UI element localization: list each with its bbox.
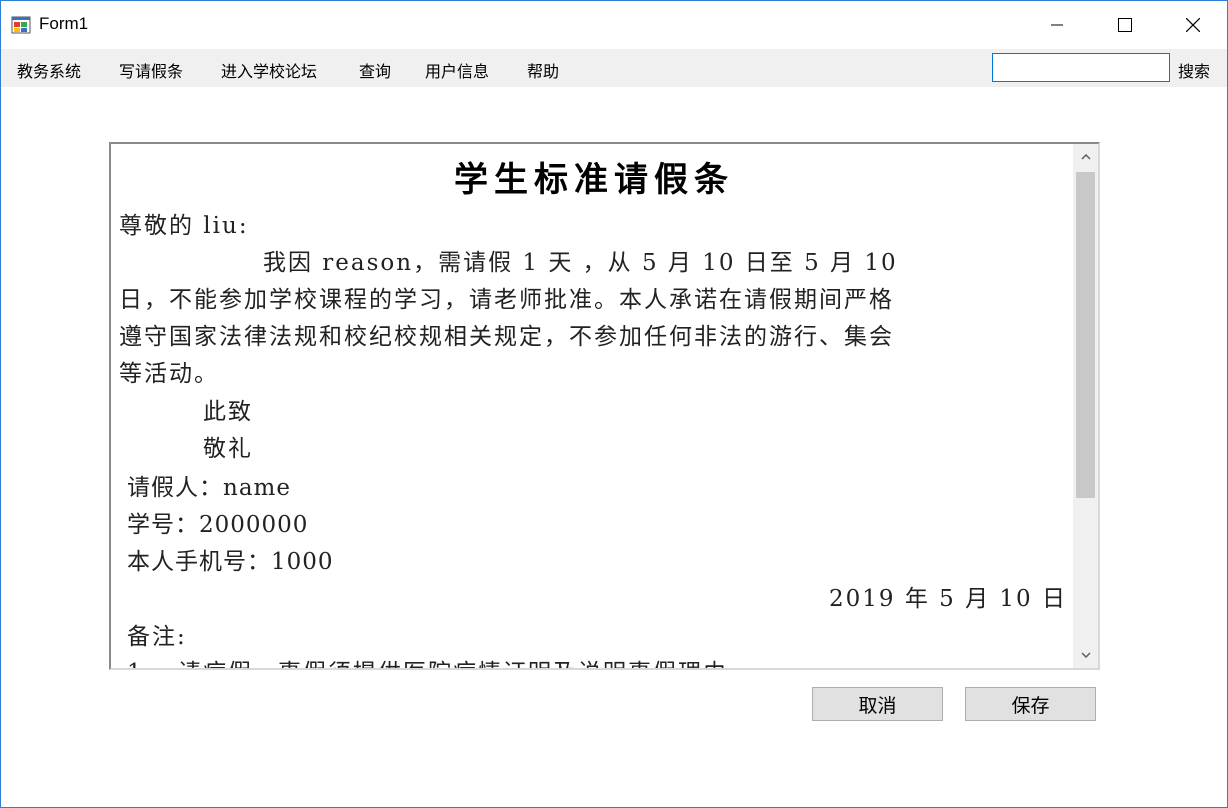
document-title: 学生标准请假条 bbox=[454, 160, 734, 200]
main-window: Form1 教务系统 写请假条 进入学校论坛 查询 用户信息 帮助 搜索 学生标… bbox=[0, 0, 1228, 808]
close-icon bbox=[1186, 18, 1200, 32]
minimize-button[interactable] bbox=[1023, 1, 1091, 49]
search-button[interactable]: 搜索 bbox=[1178, 58, 1210, 82]
greeting: 尊敬的 liu: bbox=[119, 213, 249, 239]
cancel-button[interactable]: 取消 bbox=[812, 687, 943, 721]
closing-line: 敬礼 bbox=[203, 436, 253, 462]
window-title: Form1 bbox=[39, 14, 89, 33]
menu-item-academic-system[interactable]: 教务系统 bbox=[17, 58, 81, 82]
phone-line: 本人手机号：1000 bbox=[127, 549, 334, 575]
menu-item-write-leave[interactable]: 写请假条 bbox=[119, 58, 183, 82]
title-bar[interactable]: Form1 bbox=[1, 1, 1227, 49]
date-line: 2019 年 5 月 10 日 bbox=[829, 586, 1067, 612]
applicant-line: 请假人：name bbox=[127, 475, 291, 501]
body-line: 日，不能参加学校课程的学习，请老师批准。本人承诺在请假期间严格 bbox=[119, 287, 894, 313]
body-line: 等活动。 bbox=[119, 361, 219, 387]
body-line: 我因 reason，需请假 1 天 ，从 5 月 10 日至 5 月 10 bbox=[263, 250, 898, 276]
menu-item-query[interactable]: 查询 bbox=[359, 58, 391, 82]
menu-item-user-info[interactable]: 用户信息 bbox=[425, 58, 489, 82]
maximize-button[interactable] bbox=[1091, 1, 1159, 49]
menu-item-help[interactable]: 帮助 bbox=[527, 58, 559, 82]
minimize-icon bbox=[1051, 24, 1063, 26]
body-line: 遵守国家法律法规和校纪校规相关规定，不参加任何非法的游行、集会 bbox=[119, 324, 894, 350]
save-button[interactable]: 保存 bbox=[965, 687, 1096, 721]
app-icon bbox=[11, 16, 31, 34]
student-id-line: 学号：2000000 bbox=[127, 512, 309, 538]
menu-item-forum[interactable]: 进入学校论坛 bbox=[221, 58, 317, 82]
leave-note-textbox[interactable]: 学生标准请假条 尊敬的 liu: 我因 reason，需请假 1 天 ，从 5 … bbox=[109, 142, 1100, 670]
chevron-down-icon bbox=[1080, 652, 1091, 658]
close-button[interactable] bbox=[1159, 1, 1227, 49]
chevron-up-icon bbox=[1080, 154, 1091, 160]
maximize-icon bbox=[1118, 18, 1132, 32]
notes-label: 备注: bbox=[127, 624, 187, 650]
notes-line: 1、 请病假、事假须提供医院病情证明及说明事假理由。 bbox=[127, 653, 753, 668]
vertical-scrollbar[interactable] bbox=[1073, 144, 1098, 668]
scroll-up-arrow[interactable] bbox=[1073, 144, 1098, 170]
leave-note-content[interactable]: 学生标准请假条 尊敬的 liu: 我因 reason，需请假 1 天 ，从 5 … bbox=[115, 144, 1073, 668]
scroll-thumb[interactable] bbox=[1076, 172, 1095, 498]
search-input[interactable] bbox=[992, 53, 1170, 82]
closing-line: 此致 bbox=[203, 399, 253, 425]
scroll-down-arrow[interactable] bbox=[1073, 642, 1098, 668]
